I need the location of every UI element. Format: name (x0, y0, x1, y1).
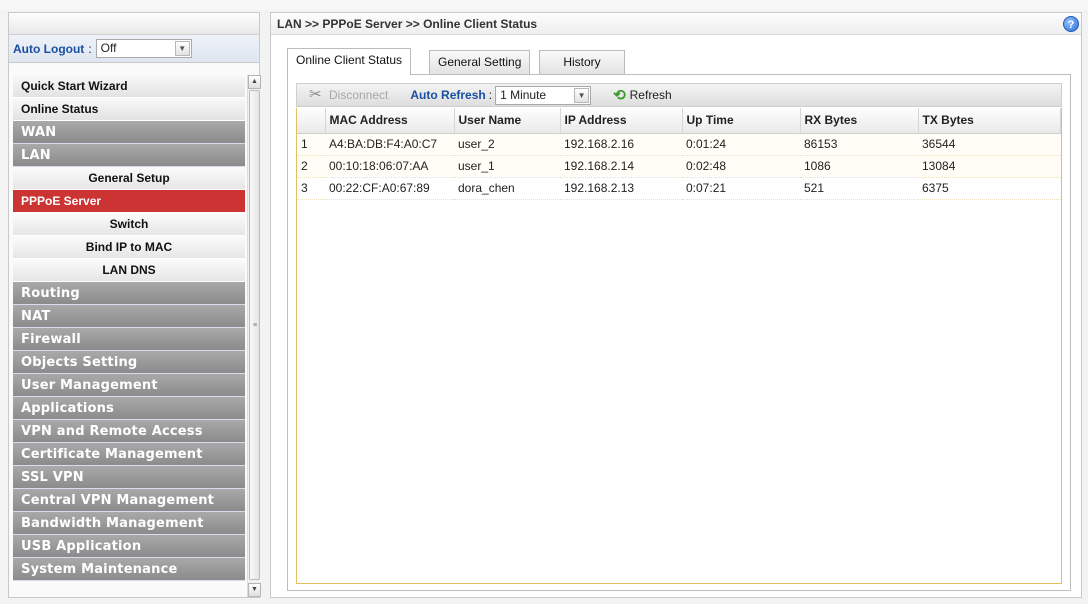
tx-bytes: 36544 (918, 133, 1061, 156)
column-header-mac[interactable]: MAC Address (325, 108, 455, 134)
toolbar: ✂ Disconnect Auto Refresh : 1 Minute ▼ ⟲… (296, 83, 1062, 107)
sidebar-item-nat[interactable]: NAT (13, 305, 245, 328)
sidebar-item-vpn-and-remote-access[interactable]: VPN and Remote Access (13, 420, 245, 443)
sidebar-item-routing[interactable]: Routing (13, 282, 245, 305)
column-header-ip[interactable]: IP Address (560, 108, 683, 134)
scroll-down-icon[interactable]: ▼ (248, 583, 261, 597)
ip-address: 192.168.2.14 (560, 155, 682, 178)
table-row[interactable]: 1 A4:BA:DB:F4:A0:C7 user_2 192.168.2.16 … (297, 133, 1061, 156)
column-header-tx[interactable]: TX Bytes (918, 108, 1061, 134)
sidebar-item-lan[interactable]: LAN (13, 144, 245, 167)
row-index: 2 (297, 155, 325, 178)
sidebar-item-central-vpn-management[interactable]: Central VPN Management (13, 489, 245, 512)
refresh-button[interactable]: ⟲ Refresh (613, 86, 672, 104)
sidebar-item-quick-start-wizard[interactable]: Quick Start Wizard (13, 75, 245, 98)
ip-address: 192.168.2.16 (560, 133, 682, 156)
help-icon[interactable]: ? (1063, 16, 1079, 32)
mac-address: 00:10:18:06:07:AA (325, 155, 454, 178)
sidebar-item-general-setup[interactable]: General Setup (13, 167, 245, 190)
sidebar-item-pppoe-server[interactable]: PPPoE Server (13, 190, 245, 213)
table-header-row: MAC Address User Name IP Address Up Time… (297, 108, 1061, 134)
sidebar: Auto Logout : Off ▼ Quick Start Wizard On… (8, 12, 261, 598)
sidebar-item-wan[interactable]: WAN (13, 121, 245, 144)
content-panel: Online Client Status General Setting His… (287, 48, 1071, 593)
column-header-uptime[interactable]: Up Time (682, 108, 801, 134)
scroll-up-icon[interactable]: ▲ (248, 75, 261, 89)
grip-icon: ≡ (253, 322, 258, 329)
auto-logout-label: Auto Logout (13, 41, 85, 56)
user-name: user_1 (454, 155, 560, 178)
mac-address: A4:BA:DB:F4:A0:C7 (325, 133, 454, 156)
tab-online-client-status[interactable]: Online Client Status (287, 48, 412, 75)
tab-bar: Online Client Status General Setting His… (287, 48, 1071, 75)
tab-general-setting[interactable]: General Setting (429, 50, 531, 74)
breadcrumb: LAN >> PPPoE Server >> Online Client Sta… (271, 13, 1081, 35)
tx-bytes: 6375 (918, 177, 1061, 200)
sidebar-item-system-maintenance[interactable]: System Maintenance (13, 558, 245, 581)
tab-content: ✂ Disconnect Auto Refresh : 1 Minute ▼ ⟲… (287, 74, 1071, 591)
chevron-down-icon[interactable]: ▼ (574, 87, 590, 103)
sidebar-scrollbar[interactable]: ▲ ≡ ▼ (247, 75, 261, 597)
disconnect-label: Disconnect (329, 88, 389, 102)
rx-bytes: 86153 (800, 133, 918, 156)
table-row[interactable]: 2 00:10:18:06:07:AA user_1 192.168.2.14 … (297, 155, 1061, 178)
sidebar-item-bandwidth-management[interactable]: Bandwidth Management (13, 512, 245, 535)
sidebar-header (9, 13, 259, 35)
user-name: dora_chen (454, 177, 560, 200)
table-row[interactable]: 3 00:22:CF:A0:67:89 dora_chen 192.168.2.… (297, 177, 1061, 200)
rx-bytes: 521 (800, 177, 918, 200)
sidebar-item-usb-application[interactable]: USB Application (13, 535, 245, 558)
sidebar-menu: Quick Start Wizard Online Status WAN LAN Gen… (13, 75, 245, 581)
sidebar-item-switch[interactable]: Switch (13, 213, 245, 236)
user-name: user_2 (454, 133, 560, 156)
auto-refresh-value: 1 Minute (500, 87, 547, 102)
mac-address: 00:22:CF:A0:67:89 (325, 177, 454, 200)
row-index: 1 (297, 133, 325, 156)
top-strip (0, 0, 1088, 10)
sidebar-item-certificate-management[interactable]: Certificate Management (13, 443, 245, 466)
auto-refresh-label: Auto Refresh (410, 88, 486, 102)
main-panel: LAN >> PPPoE Server >> Online Client Sta… (270, 12, 1082, 598)
disconnect-button[interactable]: ✂ Disconnect (309, 87, 388, 103)
sidebar-item-firewall[interactable]: Firewall (13, 328, 245, 351)
sidebar-item-applications[interactable]: Applications (13, 397, 245, 420)
up-time: 0:02:48 (682, 155, 800, 178)
sidebar-item-ssl-vpn[interactable]: SSL VPN (13, 466, 245, 489)
sidebar-item-user-management[interactable]: User Management (13, 374, 245, 397)
client-table-container: MAC Address User Name IP Address Up Time… (296, 108, 1062, 584)
auto-logout-select[interactable]: Off ▼ (95, 39, 192, 58)
chevron-down-icon[interactable]: ▼ (174, 41, 190, 56)
ip-address: 192.168.2.13 (560, 177, 682, 200)
sidebar-item-objects-setting[interactable]: Objects Setting (13, 351, 245, 374)
auto-logout-value: Off (100, 41, 117, 55)
auto-refresh-select[interactable]: 1 Minute ▼ (495, 85, 592, 105)
column-header-index (297, 108, 326, 134)
scissors-icon: ✂ (309, 86, 322, 103)
scrollbar-thumb[interactable]: ≡ (249, 90, 260, 580)
auto-logout-colon: : (88, 41, 92, 56)
up-time: 0:07:21 (682, 177, 800, 200)
column-header-user[interactable]: User Name (454, 108, 561, 134)
client-table: MAC Address User Name IP Address Up Time… (297, 108, 1061, 200)
rx-bytes: 1086 (800, 155, 918, 178)
refresh-icon: ⟲ (613, 87, 626, 104)
column-header-rx[interactable]: RX Bytes (800, 108, 919, 134)
tx-bytes: 13084 (918, 155, 1061, 178)
sidebar-item-bind-ip-to-mac[interactable]: Bind IP to MAC (13, 236, 245, 259)
row-index: 3 (297, 177, 325, 200)
auto-refresh-colon: : (488, 88, 493, 102)
up-time: 0:01:24 (682, 133, 800, 156)
sidebar-item-lan-dns[interactable]: LAN DNS (13, 259, 245, 282)
sidebar-item-online-status[interactable]: Online Status (13, 98, 245, 121)
refresh-label: Refresh (629, 88, 672, 102)
auto-logout-bar: Auto Logout : Off ▼ (9, 35, 259, 63)
tab-history[interactable]: History (539, 50, 625, 74)
